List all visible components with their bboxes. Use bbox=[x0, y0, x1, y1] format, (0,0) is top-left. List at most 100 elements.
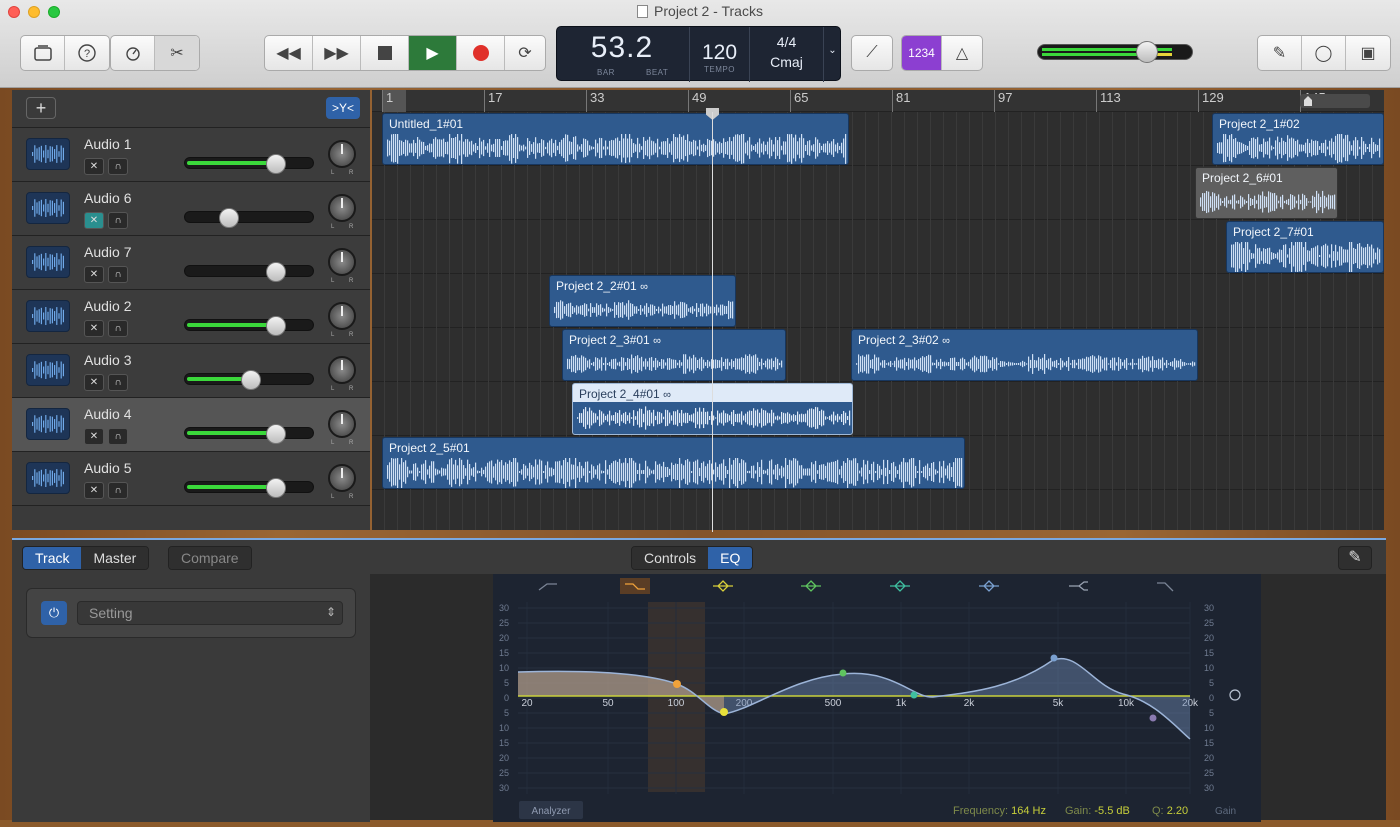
track-name[interactable]: Audio 2 bbox=[84, 298, 131, 314]
waveform-icon[interactable] bbox=[26, 246, 70, 278]
zoom-slider[interactable] bbox=[1300, 94, 1370, 108]
audio-region[interactable]: Untitled_1#01 bbox=[382, 113, 849, 165]
mute-button[interactable]: ✕ bbox=[84, 428, 104, 445]
waveform-icon[interactable] bbox=[26, 462, 70, 494]
track-name[interactable]: Audio 3 bbox=[84, 352, 131, 368]
audio-region[interactable]: Project 2_2#01 ∞ bbox=[549, 275, 736, 327]
solo-button[interactable]: ∩ bbox=[108, 266, 128, 283]
solo-button[interactable]: ∩ bbox=[108, 374, 128, 391]
solo-button[interactable]: ∩ bbox=[108, 158, 128, 175]
track-volume-slider[interactable] bbox=[184, 154, 314, 174]
eq-node-selected[interactable] bbox=[720, 708, 728, 716]
track-header[interactable]: Audio 6 ✕ ∩ L R bbox=[12, 182, 370, 236]
tab-eq[interactable]: EQ bbox=[708, 547, 753, 569]
mute-button[interactable]: ✕ bbox=[84, 374, 104, 391]
eq-node-mid3[interactable] bbox=[1050, 654, 1058, 662]
tab-controls[interactable]: Controls bbox=[632, 547, 709, 569]
tracks-area[interactable]: Untitled_1#01 Project 2_1#02 Project 2_6#0… bbox=[372, 112, 1384, 530]
record-button[interactable] bbox=[457, 36, 505, 70]
eq-node-mid2[interactable] bbox=[910, 691, 918, 699]
pan-knob[interactable] bbox=[328, 410, 356, 438]
stop-button[interactable] bbox=[361, 36, 409, 70]
lcd-display[interactable]: 53.2 BAR BEAT 120 TEMPO 4/4 Cmaj ⌄ bbox=[556, 26, 841, 82]
eq-panel[interactable]: 30 30 25 25 20 20 15 15 10 10 5 5 0 0 5 5 10 10 15 15 20 20 25… bbox=[493, 574, 1261, 822]
track-volume-slider[interactable] bbox=[184, 370, 314, 390]
audio-region[interactable]: Project 2_1#02 bbox=[1212, 113, 1384, 165]
master-volume-knob[interactable] bbox=[1136, 41, 1158, 63]
notepad-button[interactable]: ✎ bbox=[1258, 36, 1302, 70]
tab-track[interactable]: Track bbox=[23, 547, 82, 569]
waveform-icon[interactable] bbox=[26, 408, 70, 440]
pan-knob[interactable] bbox=[328, 194, 356, 222]
waveform-icon[interactable] bbox=[26, 300, 70, 332]
media-browser-button[interactable]: ▣ bbox=[1346, 36, 1390, 70]
waveform-icon[interactable] bbox=[26, 192, 70, 224]
track-name[interactable]: Audio 1 bbox=[84, 136, 131, 152]
track-header[interactable]: Audio 4 ✕ ∩ L R bbox=[12, 398, 370, 452]
audio-region[interactable]: Project 2_3#01 ∞ bbox=[562, 329, 786, 381]
pan-knob[interactable] bbox=[328, 248, 356, 276]
solo-button[interactable]: ∩ bbox=[108, 482, 128, 499]
loop-browser-button[interactable]: ◯ bbox=[1302, 36, 1346, 70]
mute-button[interactable]: ✕ bbox=[84, 266, 104, 283]
eq-node-mid1[interactable] bbox=[839, 669, 847, 677]
compare-button[interactable]: Compare bbox=[169, 547, 251, 569]
track-volume-slider[interactable] bbox=[184, 262, 314, 282]
track-name[interactable]: Audio 5 bbox=[84, 460, 131, 476]
eq-node-high[interactable] bbox=[1149, 714, 1157, 722]
rewind-button[interactable]: ◀◀ bbox=[265, 36, 313, 70]
editors-button[interactable]: ✂ bbox=[155, 36, 199, 70]
track-name[interactable]: Audio 7 bbox=[84, 244, 131, 260]
help-button[interactable]: ? bbox=[65, 36, 109, 70]
track-header[interactable]: Audio 2 ✕ ∩ L R bbox=[12, 290, 370, 344]
lcd-menu-chevron-icon[interactable]: ⌄ bbox=[823, 27, 841, 82]
tuner-button[interactable]: ⟋ bbox=[852, 36, 892, 70]
pan-knob[interactable] bbox=[328, 356, 356, 384]
library-button[interactable] bbox=[21, 36, 65, 70]
audio-region[interactable]: Project 2_7#01 bbox=[1226, 221, 1384, 273]
track-volume-slider[interactable] bbox=[184, 208, 314, 228]
master-volume-slider[interactable] bbox=[1037, 41, 1193, 63]
track-name[interactable]: Audio 6 bbox=[84, 190, 131, 206]
track-name[interactable]: Audio 4 bbox=[84, 406, 131, 422]
track-header[interactable]: Audio 5 ✕ ∩ L R bbox=[12, 452, 370, 506]
track-volume-knob[interactable] bbox=[219, 208, 239, 228]
audio-region[interactable]: Project 2_3#02 ∞ bbox=[851, 329, 1198, 381]
cycle-button[interactable]: ⟳ bbox=[505, 36, 545, 70]
track-volume-slider[interactable] bbox=[184, 316, 314, 336]
track-header[interactable]: Audio 3 ✕ ∩ L R bbox=[12, 344, 370, 398]
track-volume-knob[interactable] bbox=[266, 424, 286, 444]
metronome-button[interactable]: △ bbox=[942, 36, 982, 70]
solo-button[interactable]: ∩ bbox=[108, 428, 128, 445]
catch-playhead-button[interactable]: >Y< bbox=[326, 97, 360, 119]
track-volume-slider[interactable] bbox=[184, 424, 314, 444]
power-button[interactable]: ⏻ bbox=[41, 601, 67, 625]
play-button[interactable]: ▶ bbox=[409, 36, 457, 70]
track-volume-knob[interactable] bbox=[266, 316, 286, 336]
pan-knob[interactable] bbox=[328, 464, 356, 492]
count-in-button[interactable]: 1234 bbox=[902, 36, 942, 70]
zoom-slider-knob[interactable] bbox=[1304, 96, 1312, 106]
playhead-line[interactable] bbox=[712, 112, 713, 532]
track-header[interactable]: Audio 7 ✕ ∩ L R bbox=[12, 236, 370, 290]
track-volume-knob[interactable] bbox=[266, 154, 286, 174]
pan-knob[interactable] bbox=[328, 140, 356, 168]
track-volume-knob[interactable] bbox=[266, 478, 286, 498]
mute-button[interactable]: ✕ bbox=[84, 482, 104, 499]
waveform-icon[interactable] bbox=[26, 354, 70, 386]
mute-button[interactable]: ✕ bbox=[84, 158, 104, 175]
setting-dropdown[interactable]: Setting ⇕ bbox=[77, 601, 343, 625]
solo-button[interactable]: ∩ bbox=[108, 320, 128, 337]
track-volume-slider[interactable] bbox=[184, 478, 314, 498]
solo-button[interactable]: ∩ bbox=[108, 212, 128, 229]
audio-region[interactable]: Project 2_6#01 bbox=[1195, 167, 1338, 219]
track-volume-knob[interactable] bbox=[241, 370, 261, 390]
timeline-ruler[interactable]: 1173349658197113129145 bbox=[372, 90, 1384, 112]
audio-region[interactable]: Project 2_5#01 bbox=[382, 437, 965, 489]
mute-button[interactable]: ✕ bbox=[84, 320, 104, 337]
waveform-icon[interactable] bbox=[26, 138, 70, 170]
mute-button[interactable]: ✕ bbox=[84, 212, 104, 229]
smart-controls-button[interactable] bbox=[111, 36, 155, 70]
eq-node-low[interactable] bbox=[673, 680, 681, 688]
fast-forward-button[interactable]: ▶▶ bbox=[313, 36, 361, 70]
